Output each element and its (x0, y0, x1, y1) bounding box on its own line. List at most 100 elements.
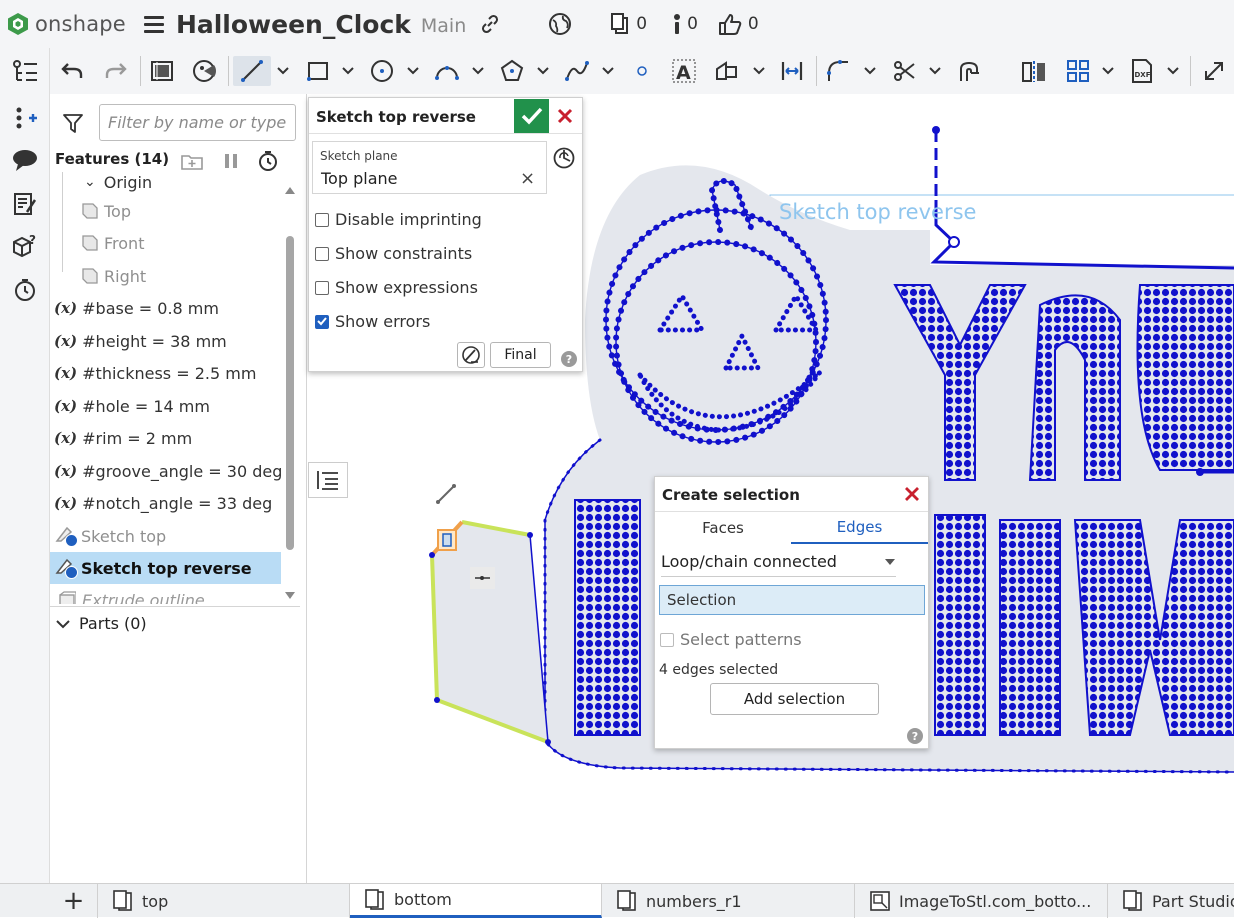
feature-variable-thickness[interactable]: (x) #thickness = 2.5 mm (50, 357, 281, 389)
sketch-plane-field[interactable]: Sketch plane Top plane × (312, 141, 547, 194)
arc-tool-chevron-down-icon[interactable] (470, 56, 486, 86)
feature-plane-right[interactable]: Right (50, 260, 281, 292)
feature-variable-groove-angle[interactable]: (x) #groove_angle = 30 deg (50, 455, 282, 487)
branch-name[interactable]: Main (421, 15, 466, 37)
sketch-settings-button[interactable] (457, 342, 485, 368)
circle-tool-chevron-down-icon[interactable] (405, 56, 421, 86)
offset-tool-chevron-down-icon[interactable] (751, 56, 767, 86)
select-patterns-checkbox[interactable] (660, 632, 674, 647)
feature-extrude-outline[interactable]: Extrude outline (50, 584, 281, 604)
dimension-tool-icon[interactable] (778, 56, 806, 86)
rollback-timer-icon[interactable] (257, 150, 279, 172)
tab-imagetostl[interactable]: ImageToStl.com_botto... (855, 884, 1108, 918)
feature-sketch-top[interactable]: Sketch top (50, 520, 281, 552)
feature-variable-height[interactable]: (x) #height = 38 mm (50, 325, 281, 357)
undo-icon[interactable] (58, 56, 86, 86)
feature-variable-base[interactable]: (x) #base = 0.8 mm (50, 292, 281, 324)
mirror-tool-icon[interactable] (1020, 56, 1048, 86)
link-icon[interactable] (480, 14, 500, 34)
tab-faces[interactable]: Faces (655, 512, 791, 544)
globe-icon[interactable] (548, 12, 572, 36)
onshape-logo[interactable]: onshape (6, 12, 126, 36)
arc-tool-icon[interactable] (433, 56, 461, 86)
trim-tool-icon[interactable] (890, 56, 918, 86)
feature-variable-hole[interactable]: (x) #hole = 14 mm (50, 390, 281, 422)
view-normal-icon[interactable] (552, 146, 576, 170)
line-tool-icon[interactable] (233, 56, 271, 86)
tab-part-studio[interactable]: Part Studio (1108, 884, 1234, 918)
feature-scrollbar[interactable] (286, 236, 294, 550)
option-show-expressions[interactable]: Show expressions (315, 278, 478, 297)
polygon-tool-chevron-down-icon[interactable] (535, 56, 551, 86)
close-button[interactable] (903, 485, 921, 503)
fillet-tool-icon[interactable] (824, 56, 852, 86)
pattern-tool-icon[interactable] (1064, 56, 1092, 86)
tab-bottom[interactable]: bottom (350, 884, 602, 918)
comments-icon[interactable] (11, 146, 39, 174)
feature-plane-front[interactable]: Front (50, 227, 281, 259)
document-title[interactable]: Halloween_Clock (176, 10, 411, 39)
scroll-up-icon[interactable] (284, 185, 296, 195)
add-folder-icon[interactable] (180, 151, 204, 171)
selection-field[interactable]: Selection (659, 585, 925, 615)
trim-tool-chevron-down-icon[interactable] (927, 56, 943, 86)
feature-variable-rim[interactable]: (x) #rim = 2 mm (50, 422, 281, 454)
construction-tool-icon[interactable] (955, 56, 983, 86)
filter-input[interactable] (99, 104, 296, 141)
feature-list-icon[interactable] (11, 58, 39, 86)
selection-mode-dropdown[interactable]: Loop/chain connected (661, 547, 896, 577)
pause-icon[interactable] (222, 152, 240, 170)
help-icon[interactable]: ? (907, 728, 923, 744)
info-counter[interactable]: 0 (673, 13, 698, 35)
polygon-tool-icon[interactable] (498, 56, 526, 86)
tab-numbers-r1[interactable]: numbers_r1 (602, 884, 855, 918)
use-tool-icon[interactable] (148, 56, 176, 86)
spline-tool-chevron-down-icon[interactable] (600, 56, 616, 86)
help-icon[interactable]: ? (561, 351, 577, 367)
add-tab-button[interactable]: + (50, 884, 98, 918)
dxf-import-icon[interactable]: DXF (1128, 56, 1156, 86)
show-expressions-checkbox[interactable] (315, 280, 329, 295)
versions-counter[interactable]: 0 (610, 13, 647, 35)
circle-tool-icon[interactable] (368, 56, 396, 86)
text-tool-icon[interactable]: A (670, 56, 698, 86)
offset-tool-icon[interactable] (713, 56, 741, 86)
likes-counter[interactable]: 0 (718, 13, 759, 35)
rectangle-tool-chevron-down-icon[interactable] (340, 56, 356, 86)
dialog-toggle-button[interactable] (308, 462, 348, 498)
tab-top[interactable]: top (98, 884, 350, 918)
option-disable-imprinting[interactable]: Disable imprinting (315, 210, 482, 229)
parts-section[interactable]: Parts (0) (50, 606, 300, 640)
add-selection-button[interactable]: Add selection (710, 683, 879, 715)
final-button[interactable]: Final (490, 342, 551, 368)
pattern-tool-chevron-down-icon[interactable] (1100, 56, 1116, 86)
show-constraints-checkbox[interactable] (315, 246, 329, 261)
accept-button[interactable] (514, 99, 549, 133)
tab-edges[interactable]: Edges (791, 512, 928, 544)
mass-properties-icon[interactable]: ? (11, 232, 39, 260)
fillet-tool-chevron-down-icon[interactable] (862, 56, 878, 86)
rectangle-tool-icon[interactable] (304, 56, 332, 86)
insert-icon[interactable] (11, 104, 39, 132)
filter-icon[interactable] (62, 112, 84, 134)
spline-tool-icon[interactable] (563, 56, 591, 86)
notes-icon[interactable] (11, 190, 39, 218)
expand-icon[interactable] (1200, 56, 1228, 86)
clear-icon[interactable]: × (520, 168, 535, 189)
disable-imprinting-checkbox[interactable] (315, 212, 329, 227)
redo-icon[interactable] (102, 56, 130, 86)
dxf-import-chevron-down-icon[interactable] (1165, 56, 1181, 86)
feature-sketch-top-reverse[interactable]: Sketch top reverse (50, 552, 281, 584)
feature-plane-top[interactable]: Top (50, 195, 281, 227)
menu-icon[interactable] (143, 15, 164, 33)
option-show-errors[interactable]: Show errors (315, 312, 430, 331)
point-tool-icon[interactable] (633, 56, 651, 86)
intersection-tool-icon[interactable] (191, 56, 219, 86)
history-icon[interactable] (11, 276, 39, 304)
select-patterns-option[interactable]: Select patterns (660, 630, 802, 649)
show-errors-checkbox[interactable] (315, 314, 329, 329)
feature-variable-notch-angle[interactable]: (x) #notch_angle = 33 deg (50, 487, 281, 519)
scroll-down-icon[interactable] (284, 591, 296, 601)
option-show-constraints[interactable]: Show constraints (315, 244, 472, 263)
cancel-button[interactable] (553, 104, 577, 128)
